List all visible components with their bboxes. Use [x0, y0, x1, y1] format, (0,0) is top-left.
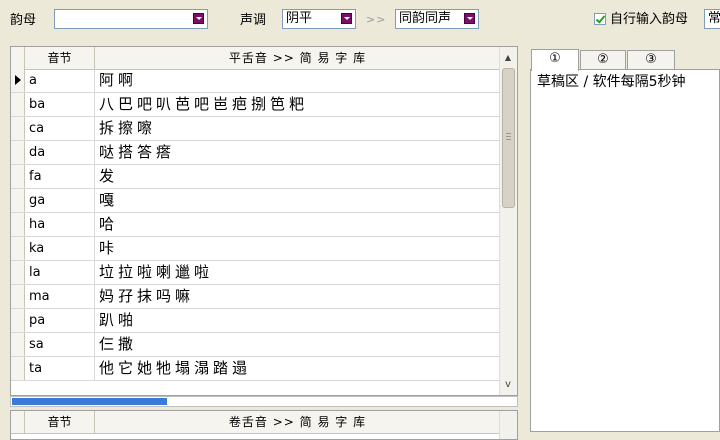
table-row[interactable]: sa 仨撒	[11, 333, 501, 357]
grid-header: 音节 平舌音 >> 简 易 字 库	[11, 47, 517, 70]
table-row[interactable]: ba 八巴吧叭芭吧岜疤捌笆粑	[11, 93, 501, 117]
table-row[interactable]: ta 他它她牠塌溻踏遢	[11, 357, 501, 381]
chars-cell[interactable]: 哒搭答瘩	[95, 141, 175, 164]
auto-final-checkbox[interactable]	[594, 13, 606, 25]
table-row[interactable]: ca 拆擦嚓	[11, 117, 501, 141]
tab-3-label: ③	[645, 52, 657, 67]
table-row[interactable]: ka 咔	[11, 237, 501, 261]
row-indicator	[11, 285, 25, 308]
header-syllable[interactable]: 音节	[25, 47, 95, 69]
chevron-down-icon: v	[505, 379, 511, 390]
mode-select-value: 常	[708, 11, 720, 26]
header-syllable[interactable]: 音节	[25, 411, 95, 433]
table-row[interactable]: fa 发	[11, 165, 501, 189]
syllable-cell[interactable]: la	[25, 261, 95, 284]
row-indicator	[11, 261, 25, 284]
chars-cell[interactable]: 仨撒	[95, 333, 137, 356]
header-chars[interactable]: 卷舌音 >> 简 易 字 库	[95, 411, 501, 433]
row-indicator	[11, 237, 25, 260]
table-row[interactable]: ha 哈	[11, 213, 501, 237]
row-indicator	[11, 165, 25, 188]
current-row-icon	[15, 75, 21, 85]
chars-cell[interactable]: 咔	[95, 237, 118, 260]
tab-1-label: ①	[549, 51, 561, 66]
chars-cell[interactable]: 发	[95, 165, 118, 188]
rhyme-select[interactable]: 同韵同声	[395, 9, 479, 29]
row-indicator	[11, 213, 25, 236]
tone-select-value: 阴平	[286, 11, 313, 26]
header-corner	[11, 47, 25, 69]
tab-2-label: ②	[597, 52, 609, 67]
vertical-scrollbar[interactable]: ▲ v	[499, 47, 517, 395]
chevron-down-icon[interactable]	[464, 13, 475, 24]
grip-icon	[506, 133, 511, 134]
header-corner	[11, 411, 25, 433]
tone-select[interactable]: 阴平	[282, 9, 356, 29]
row-indicator	[11, 309, 25, 332]
syllable-cell[interactable]: pa	[25, 309, 95, 332]
syllable-cell[interactable]: ga	[25, 189, 95, 212]
row-indicator	[11, 357, 25, 380]
rhyme-select-value: 同韵同声	[399, 11, 452, 26]
retroflex-grid[interactable]: 音节 卷舌音 >> 简 易 字 库	[10, 410, 518, 440]
chars-cell[interactable]: 趴啪	[95, 309, 137, 332]
row-indicator	[11, 141, 25, 164]
chars-cell[interactable]: 他它她牠塌溻踏遢	[95, 357, 251, 380]
syllable-cell[interactable]: ka	[25, 237, 95, 260]
syllable-cell[interactable]: da	[25, 141, 95, 164]
final-label: 韵母	[10, 13, 37, 28]
tab-1[interactable]: ①	[531, 49, 579, 71]
draft-area[interactable]: 草稿区 / 软件每隔5秒钟	[530, 69, 720, 432]
chars-cell[interactable]: 嘎	[95, 189, 118, 212]
table-row[interactable]: ga 嘎	[11, 189, 501, 213]
vertical-scrollbar[interactable]	[499, 411, 517, 439]
final-select[interactable]	[54, 9, 208, 29]
syllable-cell[interactable]: ba	[25, 93, 95, 116]
row-indicator	[11, 69, 25, 92]
auto-final-label: 自行输入韵母	[610, 12, 689, 27]
table-row[interactable]: pa 趴啪	[11, 309, 501, 333]
scroll-thumb[interactable]	[502, 68, 515, 208]
draft-text[interactable]: 草稿区 / 软件每隔5秒钟	[537, 72, 686, 92]
syllable-cell[interactable]: a	[25, 69, 95, 92]
chars-cell[interactable]: 八巴吧叭芭吧岜疤捌笆粑	[95, 93, 308, 116]
table-row[interactable]: da 哒搭答瘩	[11, 141, 501, 165]
row-indicator	[11, 117, 25, 140]
mode-select[interactable]: 常	[704, 9, 720, 29]
row-indicator	[11, 189, 25, 212]
chevron-down-icon[interactable]	[341, 13, 352, 24]
chars-cell[interactable]: 妈孖抹吗嘛	[95, 285, 194, 308]
chevron-down-icon[interactable]	[193, 13, 204, 24]
chars-cell[interactable]: 阿啊	[95, 69, 137, 92]
syllable-cell[interactable]: ta	[25, 357, 95, 380]
syllable-cell[interactable]: ca	[25, 117, 95, 140]
table-row[interactable]: a 阿啊	[11, 69, 501, 93]
chars-cell[interactable]: 拆擦嚓	[95, 117, 156, 140]
syllable-cell[interactable]: ha	[25, 213, 95, 236]
chevron-up-icon: ▲	[504, 53, 512, 62]
grip-icon	[506, 139, 511, 140]
progress-fill	[12, 398, 167, 405]
grid-header: 音节 卷舌音 >> 简 易 字 库	[11, 411, 517, 434]
tab-2[interactable]: ②	[580, 50, 626, 70]
scroll-up-button[interactable]: ▲	[500, 49, 516, 66]
table-row[interactable]: ma 妈孖抹吗嘛	[11, 285, 501, 309]
chars-cell[interactable]: 哈	[95, 213, 118, 236]
syllable-cell[interactable]: ma	[25, 285, 95, 308]
tab-3[interactable]: ③	[627, 50, 675, 70]
syllable-cell[interactable]: sa	[25, 333, 95, 356]
row-indicator	[11, 333, 25, 356]
table-row[interactable]: la 垃拉啦喇邋啦	[11, 261, 501, 285]
arrow-separator: >>	[366, 13, 387, 26]
row-indicator	[11, 93, 25, 116]
scroll-down-button[interactable]: v	[500, 376, 516, 393]
chars-cell[interactable]: 垃拉啦喇邋啦	[95, 261, 213, 284]
flat-tongue-grid[interactable]: 音节 平舌音 >> 简 易 字 库 a 阿啊 ba 八巴吧叭芭吧岜疤捌笆粑 ca 拆擦…	[10, 46, 518, 396]
tone-label: 声调	[240, 13, 267, 28]
header-chars[interactable]: 平舌音 >> 简 易 字 库	[95, 47, 501, 69]
syllable-cell[interactable]: fa	[25, 165, 95, 188]
grip-icon	[506, 136, 511, 137]
progress-bar	[10, 396, 518, 407]
